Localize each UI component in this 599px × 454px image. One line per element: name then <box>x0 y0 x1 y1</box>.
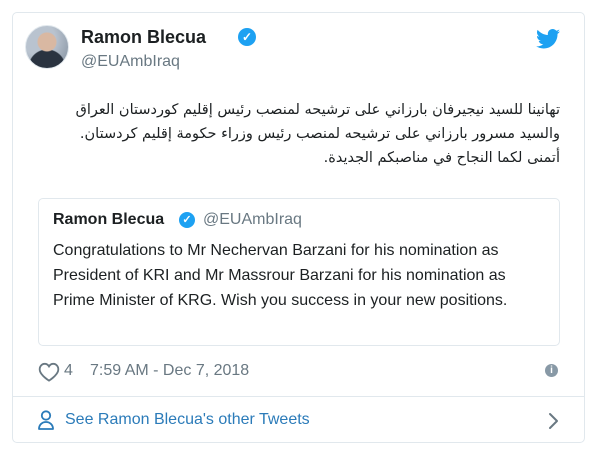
tweet-text-line: أتمنى لكما النجاح في مناصبكم الجديدة. <box>323 150 560 166</box>
twitter-bird-icon[interactable] <box>536 29 560 49</box>
verified-badge-icon: ✓ <box>179 212 195 228</box>
author-name[interactable]: Ramon Blecua <box>81 27 206 48</box>
tweet-text-line: والسيد مسرور بارزاني على ترشيحه لمنصب رئ… <box>79 126 560 142</box>
tweet-text: تهانينا للسيد نيجيرفان بارزاني على ترشيح… <box>25 98 560 170</box>
heart-icon[interactable] <box>38 362 60 382</box>
verified-badge-icon: ✓ <box>238 28 256 46</box>
tweet-header: Ramon Blecua ✓ @EUAmbIraq <box>25 25 560 81</box>
author-handle[interactable]: @EUAmbIraq <box>81 53 180 71</box>
footer-divider <box>12 396 585 397</box>
info-icon[interactable]: i <box>545 364 558 377</box>
quoted-tweet[interactable]: Ramon Blecua ✓ @EUAmbIraq Congratulation… <box>38 198 560 346</box>
quoted-author-handle: @EUAmbIraq <box>203 211 302 228</box>
avatar[interactable] <box>25 25 69 69</box>
quoted-tweet-text: Congratulations to Mr Nechervan Barzani … <box>53 242 508 309</box>
see-more-row[interactable]: See Ramon Blecua's other Tweets <box>38 408 560 434</box>
chevron-right-icon[interactable] <box>548 412 560 430</box>
tweet-meta: 4 7:59 AM - Dec 7, 2018 i <box>38 360 560 384</box>
tweet-text-line: تهانينا للسيد نيجيرفان بارزاني على ترشيح… <box>75 102 560 118</box>
see-other-tweets-link[interactable]: See Ramon Blecua's other Tweets <box>65 411 310 429</box>
like-count[interactable]: 4 <box>64 362 73 380</box>
tweet-timestamp[interactable]: 7:59 AM - Dec 7, 2018 <box>90 362 249 380</box>
person-icon <box>38 410 54 430</box>
quoted-author-name: Ramon Blecua <box>53 211 165 228</box>
